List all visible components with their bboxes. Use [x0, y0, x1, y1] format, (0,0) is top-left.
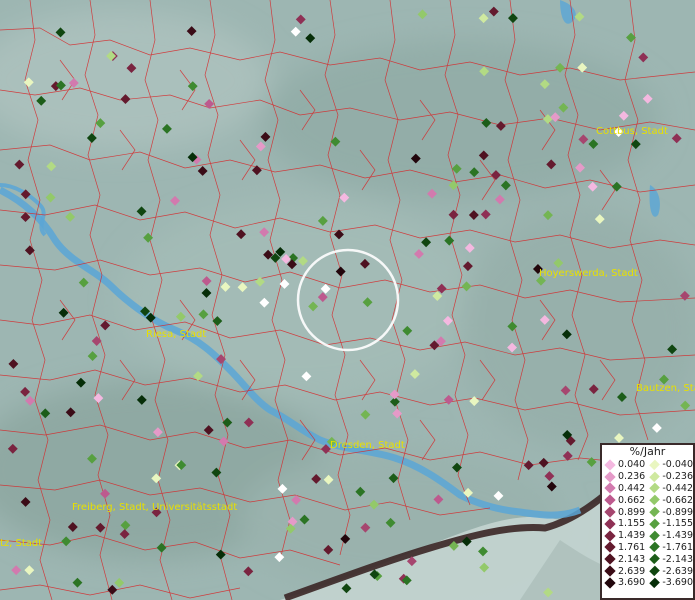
- legend-entry-positive: 0.236: [602, 471, 647, 483]
- legend-swatch: [649, 542, 661, 553]
- legend-value: 0.899: [618, 506, 646, 518]
- legend-swatch: [604, 565, 616, 577]
- legend-row: 0.442 -0.442: [602, 482, 693, 495]
- city-label-cottbus: Cottbus, Stadt: [596, 126, 668, 137]
- legend-swatch: [604, 577, 616, 589]
- legend-swatch: [604, 494, 616, 506]
- legend-entry-positive: 0.899: [602, 506, 647, 518]
- city-label-bautzen: Bautzen, Stadt: [636, 383, 695, 394]
- legend-swatch: [649, 565, 661, 577]
- legend-value: -3.690: [662, 577, 693, 589]
- legend-title: %/Jahr: [629, 445, 666, 458]
- legend-entry-positive: 2.143: [602, 553, 647, 565]
- legend-entry-positive: 0.662: [602, 494, 647, 506]
- legend-rows: 0.040 -0.040 0.236 -0.236 0.442 -0.442 0.662 -0…: [602, 459, 693, 589]
- legend-value: -2.639: [662, 565, 693, 577]
- legend-entry-positive: 2.639: [602, 565, 647, 577]
- legend-swatch: [604, 471, 616, 483]
- legend-row: 0.236 -0.236: [602, 471, 693, 483]
- legend-swatch: [604, 530, 616, 542]
- legend-entry-positive: 1.439: [602, 530, 647, 542]
- legend-swatch: [649, 494, 661, 506]
- legend: %/Jahr 0.040 -0.040 0.236 -0.236 0.442 -0.442…: [600, 443, 695, 600]
- legend-swatch: [649, 577, 661, 589]
- city-label-hoyerswerda: Hoyerswerda, Stadt: [539, 268, 638, 279]
- legend-entry-negative: -2.639: [647, 566, 693, 577]
- legend-row: 1.155 -1.155: [602, 518, 693, 530]
- legend-value: 0.040: [618, 459, 646, 471]
- legend-value: 2.143: [618, 553, 646, 565]
- legend-swatch: [649, 471, 661, 483]
- legend-value: -1.155: [662, 518, 693, 530]
- legend-value: 1.155: [618, 518, 646, 530]
- legend-value: -0.442: [662, 482, 693, 494]
- legend-entry-negative: -1.155: [647, 518, 693, 529]
- legend-swatch: [649, 459, 661, 471]
- legend-entry-negative: -2.143: [647, 554, 693, 565]
- legend-value: 0.442: [618, 482, 646, 494]
- legend-entry-negative: -0.662: [647, 495, 693, 506]
- legend-swatch: [649, 530, 661, 542]
- legend-entry-positive: 3.690: [602, 577, 647, 589]
- city-label-partial: tz, Stadt: [0, 538, 42, 549]
- legend-row: 0.662 -0.662: [602, 494, 693, 506]
- legend-value: -1.761: [662, 541, 693, 553]
- legend-row: 2.639 -2.639: [602, 565, 693, 577]
- legend-entry-positive: 1.155: [602, 518, 647, 530]
- legend-swatch: [649, 518, 661, 530]
- legend-swatch: [649, 553, 661, 565]
- city-label-riesa: Riesa, Stadt: [146, 329, 206, 340]
- legend-swatch: [604, 518, 616, 530]
- legend-value: 3.690: [618, 577, 646, 589]
- legend-entry-negative: -1.761: [647, 542, 693, 553]
- legend-value: 0.662: [618, 494, 646, 506]
- city-label-freiberg: Freiberg, Stadt, Universitätsstadt: [72, 502, 237, 513]
- legend-entry-positive: 0.442: [602, 482, 647, 495]
- legend-swatch: [604, 541, 616, 554]
- legend-row: 0.899 -0.899: [602, 506, 693, 518]
- map-canvas[interactable]: Cottbus, Stadt Hoyerswerda, Stadt Riesa,…: [0, 0, 695, 600]
- legend-value: -0.236: [662, 471, 693, 483]
- legend-entry-negative: -1.439: [647, 530, 693, 541]
- legend-value: 2.639: [618, 565, 646, 577]
- legend-value: -2.143: [662, 553, 693, 565]
- legend-row: 0.040 -0.040: [602, 459, 693, 471]
- legend-value: -0.040: [662, 459, 693, 471]
- legend-swatch: [604, 459, 616, 471]
- legend-row: 1.761 -1.761: [602, 541, 693, 554]
- legend-entry-negative: -0.040: [647, 459, 693, 470]
- legend-entry-negative: -0.236: [647, 471, 693, 482]
- legend-swatch: [604, 553, 616, 565]
- legend-swatch: [604, 506, 616, 518]
- legend-swatch: [649, 483, 661, 494]
- legend-swatch: [649, 506, 661, 518]
- legend-row: 1.439 -1.439: [602, 530, 693, 542]
- legend-value: -1.439: [662, 530, 693, 542]
- legend-value: 1.439: [618, 530, 646, 542]
- legend-entry-negative: -0.442: [647, 483, 693, 494]
- legend-row: 2.143 -2.143: [602, 553, 693, 565]
- legend-entry-negative: -0.899: [647, 507, 693, 518]
- legend-value: -0.662: [662, 494, 693, 506]
- legend-entry-positive: 1.761: [602, 541, 647, 554]
- legend-row: 3.690 -3.690: [602, 577, 693, 589]
- legend-value: 1.761: [618, 541, 646, 553]
- legend-value: -0.899: [662, 506, 693, 518]
- city-label-dresden: Dresden, Stadt: [330, 440, 405, 451]
- legend-entry-positive: 0.040: [602, 459, 647, 471]
- legend-value: 0.236: [618, 471, 646, 483]
- legend-entry-negative: -3.690: [647, 577, 693, 588]
- legend-swatch: [604, 482, 616, 495]
